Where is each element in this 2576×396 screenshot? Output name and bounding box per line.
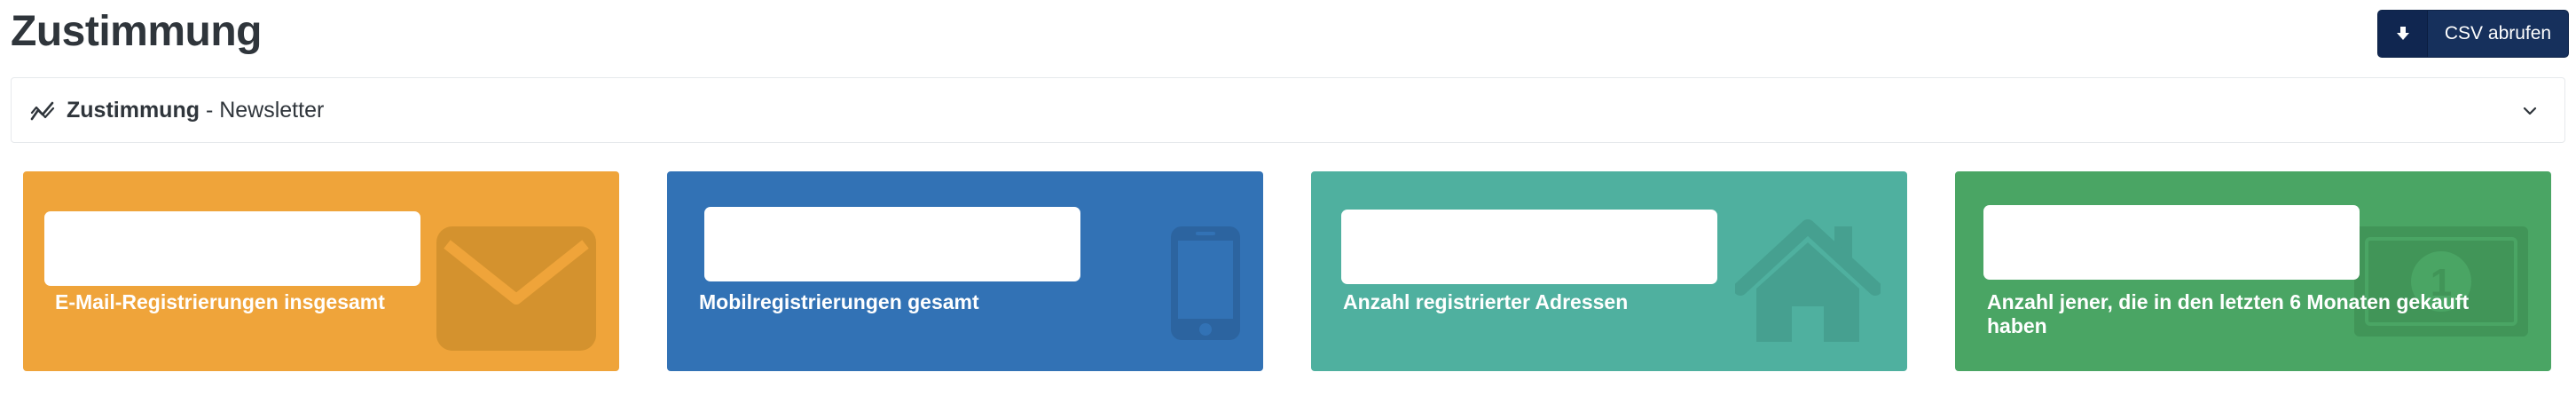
stat-card-mobile-registrations: Mobilregistrierungen gesamt: [667, 171, 1263, 371]
panel-title-bold: Zustimmung: [67, 98, 200, 123]
stat-value-box: [1983, 205, 2360, 280]
envelope-icon: [436, 226, 596, 351]
panel-title: Zustimmung - Newsletter: [67, 98, 324, 123]
stat-label: Anzahl registrierter Adressen: [1343, 290, 1629, 313]
stat-card-recent-buyers: 1 Anzahl jener, die in den letzten 6 Mon…: [1955, 171, 2551, 371]
panel-title-suffix: - Newsletter: [200, 98, 325, 123]
home-icon: [1735, 219, 1881, 342]
stat-card-registered-addresses: Anzahl registrierter Adressen: [1311, 171, 1907, 371]
stat-label: E-Mail-Registrierungen insgesamt: [55, 290, 385, 313]
consent-newsletter-panel[interactable]: Zustimmung - Newsletter: [11, 77, 2565, 143]
stat-card-email-registrations: E-Mail-Registrierungen insgesamt: [23, 171, 619, 371]
stat-value-box: [704, 207, 1080, 281]
csv-download-label: CSV abrufen: [2444, 23, 2552, 44]
stat-value-box: [44, 211, 420, 286]
csv-download-button[interactable]: CSV abrufen: [2377, 10, 2569, 58]
download-icon: [2378, 11, 2428, 57]
page-title: Zustimmung: [11, 8, 262, 55]
line-chart-icon: [30, 101, 55, 121]
chevron-down-icon[interactable]: [2520, 101, 2540, 121]
mobile-phone-icon: [1171, 226, 1240, 340]
stat-label: Anzahl jener, die in den letzten 6 Monat…: [1987, 290, 2470, 337]
stat-label: Mobilregistrierungen gesamt: [699, 290, 979, 313]
stat-value-box: [1341, 210, 1717, 284]
